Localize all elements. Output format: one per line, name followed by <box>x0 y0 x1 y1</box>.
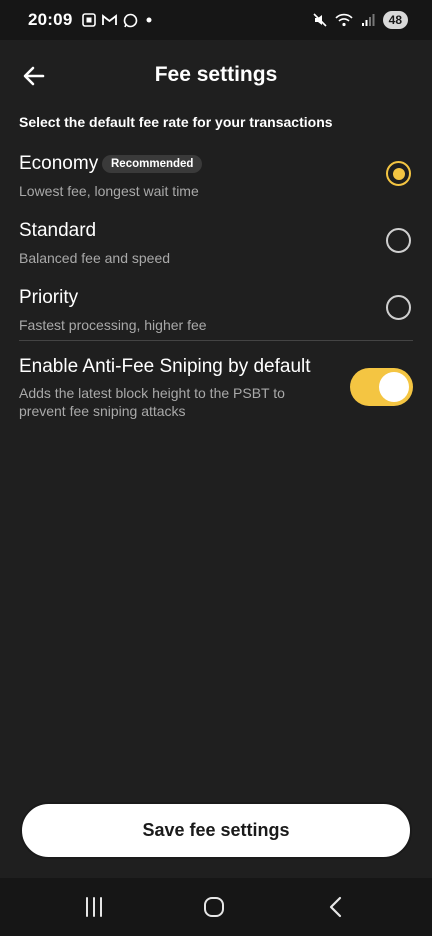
arrow-left-icon <box>23 66 45 86</box>
anti-fee-sniping-setting: Enable Anti-Fee Sniping by default Adds … <box>0 356 432 426</box>
status-bar: 20:09 48 <box>0 0 432 40</box>
gmail-icon <box>102 14 118 25</box>
setting-description: Adds the latest block height to the PSBT… <box>19 385 285 419</box>
battery-indicator: 48 <box>382 11 408 29</box>
option-title: Standard <box>19 220 97 241</box>
app-bar: Fee settings <box>0 40 432 110</box>
mute-icon <box>313 13 327 27</box>
divider <box>19 340 413 341</box>
section-subtitle: Select the default fee rate for your tra… <box>19 114 333 130</box>
home-icon[interactable] <box>200 894 228 920</box>
option-title: Priority <box>19 287 79 308</box>
wifi-icon <box>335 13 353 27</box>
option-description: Balanced fee and speed <box>19 250 171 266</box>
notification-icons <box>82 13 154 28</box>
save-fee-settings-button[interactable]: Save fee settings <box>20 802 412 859</box>
recommended-badge: Recommended <box>102 155 203 173</box>
recent-apps-icon[interactable] <box>80 894 108 920</box>
back-icon[interactable] <box>322 894 350 920</box>
toggle-knob <box>379 372 409 402</box>
dot-icon <box>146 17 152 23</box>
system-icons: 48 <box>313 11 408 29</box>
radio-button[interactable] <box>386 228 411 253</box>
page-title: Fee settings <box>154 63 278 86</box>
system-nav-bar <box>0 878 432 936</box>
option-description: Lowest fee, longest wait time <box>19 183 199 199</box>
fee-settings-screen: 20:09 48 Fee settings Select the default… <box>0 0 432 936</box>
screenshot-icon <box>82 13 97 27</box>
fee-option-standard[interactable]: Standard Balanced fee and speed <box>0 220 432 282</box>
setting-title: Enable Anti-Fee Sniping by default <box>19 356 311 377</box>
anti-fee-sniping-toggle[interactable] <box>350 368 413 406</box>
radio-button-selected[interactable] <box>386 161 411 186</box>
whatsapp-icon <box>124 13 138 27</box>
radio-button[interactable] <box>386 295 411 320</box>
back-button[interactable] <box>16 58 52 94</box>
status-time: 20:09 <box>28 10 73 29</box>
fee-option-economy[interactable]: Economy Recommended Lowest fee, longest … <box>0 153 432 215</box>
signal-icon <box>361 14 375 26</box>
option-description: Fastest processing, higher fee <box>19 317 207 333</box>
option-title: Economy <box>19 153 99 174</box>
